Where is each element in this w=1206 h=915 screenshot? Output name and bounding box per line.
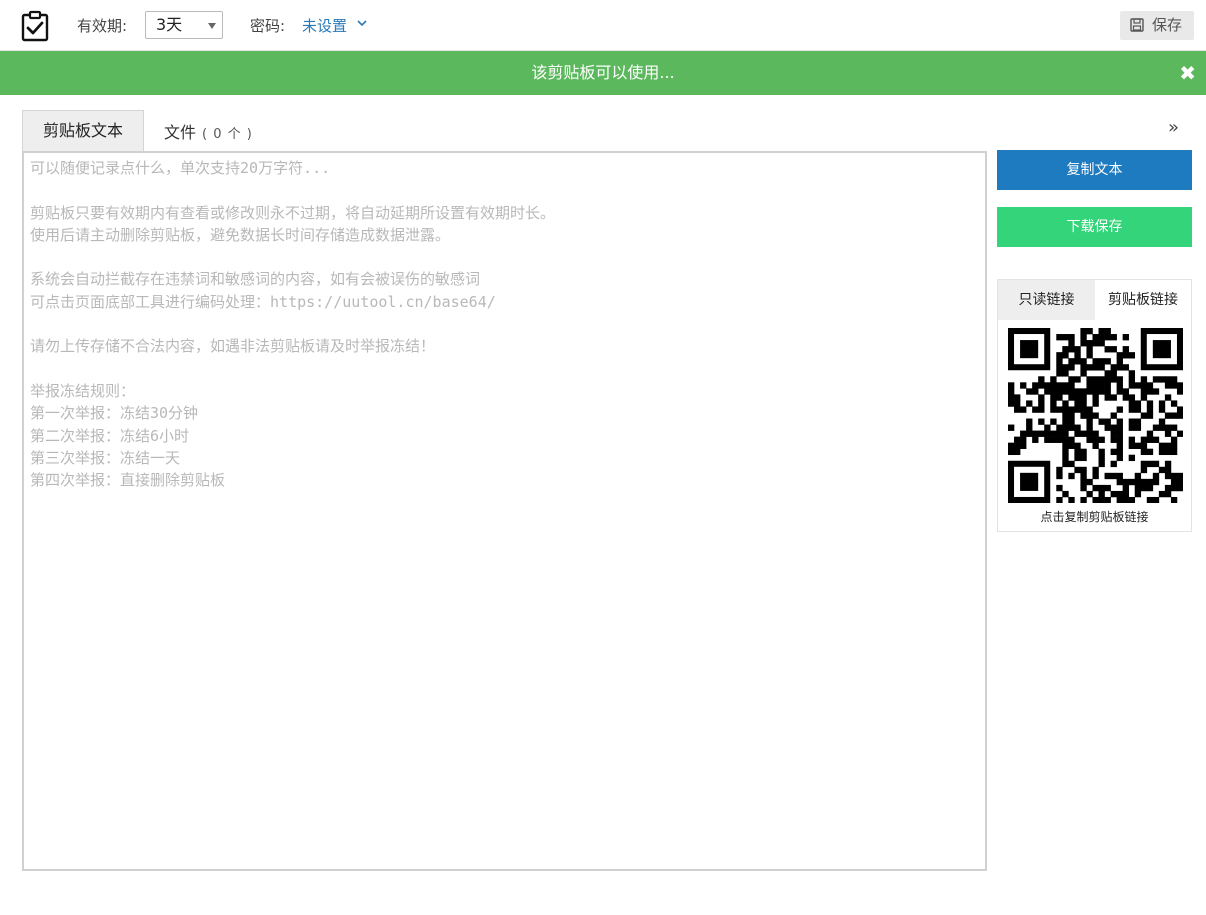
validity-select[interactable]: 3天	[145, 11, 223, 39]
double-chevron-right-icon[interactable]: »	[1168, 117, 1179, 138]
tab-clipboard-link[interactable]: 剪贴板链接	[1095, 280, 1191, 320]
clipboard-check-icon[interactable]	[20, 10, 50, 42]
top-toolbar: 有效期: 3天 密码: 未设置 保存	[0, 0, 1206, 51]
tab-clipboard-text[interactable]: 剪贴板文本	[22, 110, 144, 151]
tab-files-label: 文件	[164, 123, 197, 142]
caret-down-icon	[208, 23, 216, 29]
file-count: ( 0 个 )	[202, 127, 253, 142]
download-save-button[interactable]: 下载保存	[997, 207, 1192, 247]
floppy-disk-icon	[1130, 18, 1144, 32]
clipboard-textarea[interactable]	[22, 151, 987, 871]
qr-caption[interactable]: 点击复制剪贴板链接	[998, 508, 1191, 525]
copy-text-button[interactable]: 复制文本	[997, 150, 1192, 190]
banner-message: 该剪贴板可以使用...	[531, 63, 675, 82]
save-label: 保存	[1152, 16, 1183, 34]
qr-code[interactable]	[1008, 328, 1183, 503]
tab-files[interactable]: 文件 ( 0 个 )	[164, 119, 253, 143]
tab-readonly-link[interactable]: 只读链接	[998, 280, 1095, 320]
password-label: 密码:	[250, 17, 286, 35]
close-icon[interactable]: ✖	[1179, 51, 1196, 95]
validity-label: 有效期:	[77, 17, 128, 35]
status-banner: 该剪贴板可以使用... ✖	[0, 51, 1206, 95]
password-dropdown[interactable]: 未设置	[302, 15, 347, 36]
chevron-down-icon[interactable]	[356, 17, 368, 29]
validity-value: 3天	[156, 15, 183, 34]
share-link-panel: 只读链接 剪贴板链接 点击复制剪贴板链接	[997, 279, 1192, 532]
save-button[interactable]: 保存	[1120, 11, 1194, 40]
